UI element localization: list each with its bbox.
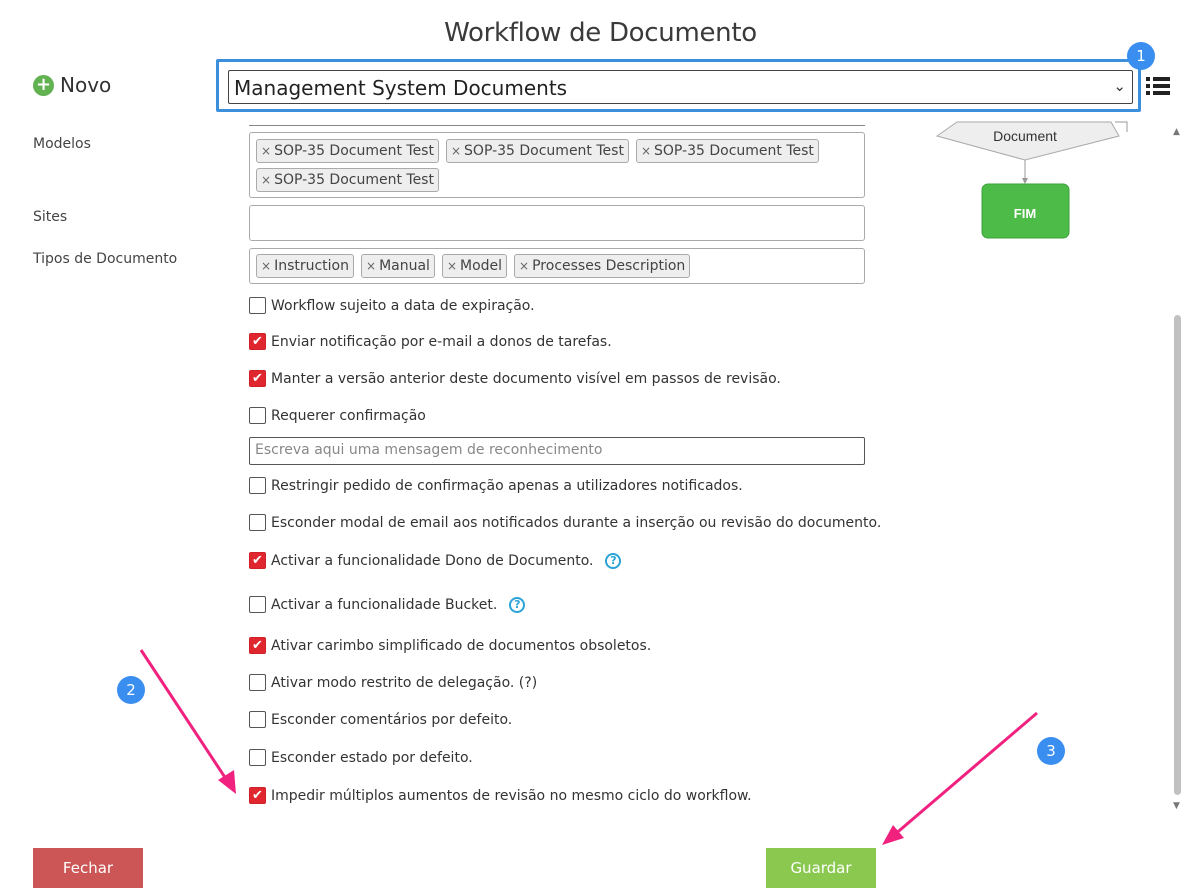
workflow-select-value: Management System Documents (234, 76, 568, 100)
checkbox-row[interactable]: Restringir pedido de confirmação apenas … (249, 477, 743, 494)
step-badge-1: 1 (1127, 42, 1155, 70)
scrollbar-thumb[interactable] (1174, 315, 1181, 795)
checkbox[interactable] (249, 674, 266, 691)
checkbox-row[interactable]: ✔ Activar a funcionalidade Dono de Docum… (249, 552, 622, 569)
checkbox-checked[interactable]: ✔ (249, 787, 266, 804)
remove-tag-icon[interactable]: × (451, 144, 461, 158)
remove-tag-icon[interactable]: × (519, 259, 529, 273)
doc-types-label: Tipos de Documento (33, 251, 178, 267)
page-title: Workflow de Documento (444, 18, 757, 48)
model-tag[interactable]: × SOP-35 Document Test (635, 139, 819, 163)
section-divider (249, 125, 865, 126)
checkbox-label: Impedir múltiplos aumentos de revisão no… (271, 787, 752, 804)
doc-type-tag[interactable]: × Processes Description (514, 254, 691, 278)
checkbox[interactable] (249, 596, 266, 613)
doc-type-tag[interactable]: × Instruction (256, 254, 354, 278)
checkbox-label: Activar a funcionalidade Dono de Documen… (271, 552, 594, 569)
acknowledgement-message-input[interactable]: Escreva aqui uma mensagem de reconhecime… (249, 437, 865, 465)
doc-type-tag[interactable]: × Manual (361, 254, 435, 278)
checkbox-row[interactable]: ✔ Impedir múltiplos aumentos de revisão … (249, 787, 752, 804)
checkbox-row[interactable]: Esconder modal de email aos notificados … (249, 514, 881, 531)
remove-tag-icon[interactable]: × (261, 144, 271, 158)
checkbox-row[interactable]: Ativar modo restrito de delegação. (?) (249, 674, 537, 691)
models-tag-input[interactable]: × SOP-35 Document Test × SOP-35 Document T… (249, 132, 865, 198)
close-button[interactable]: Fechar (33, 848, 143, 888)
diagram-connector (1115, 121, 1128, 132)
checkbox[interactable] (249, 711, 266, 728)
remove-tag-icon[interactable]: × (641, 144, 651, 158)
checkbox-label: Esconder estado por defeito. (271, 749, 473, 766)
save-button[interactable]: Guardar (766, 848, 876, 888)
checkbox-row[interactable]: ✔ Enviar notificação por e-mail a donos … (249, 333, 612, 350)
chevron-down-icon: ⌄ (1113, 77, 1126, 95)
checkbox-label: Esconder comentários por defeito. (271, 711, 513, 728)
model-tag[interactable]: × SOP-35 Document Test (445, 139, 629, 163)
remove-tag-icon[interactable]: × (447, 259, 457, 273)
arrow-2-line (139, 649, 232, 786)
checkbox-label: Requerer confirmação (271, 407, 426, 424)
remove-tag-icon[interactable]: × (366, 259, 376, 273)
checkbox-row[interactable]: Activar a funcionalidade Bucket. ? (249, 596, 526, 613)
scroll-up-arrow-icon[interactable]: ▲ (1173, 127, 1180, 137)
checkbox[interactable] (249, 477, 266, 494)
checkbox-label: Enviar notificação por e-mail a donos de… (271, 333, 612, 350)
model-tag[interactable]: × SOP-35 Document Test (256, 168, 439, 192)
arrow-2-head-icon (218, 770, 236, 794)
checkbox-row[interactable]: ✔ Manter a versão anterior deste documen… (249, 370, 781, 387)
arrow-3-line (892, 711, 1038, 838)
step-badge-2: 2 (117, 676, 145, 704)
checkbox[interactable] (249, 749, 266, 766)
remove-tag-icon[interactable]: × (261, 173, 271, 187)
checkbox-row[interactable]: Workflow sujeito a data de expiração. (249, 297, 535, 314)
step-badge-3: 3 (1037, 737, 1065, 765)
end-node-label: FIM (1014, 206, 1036, 221)
doc-type-tag[interactable]: × Model (441, 254, 508, 278)
help-icon[interactable]: ? (509, 596, 526, 613)
checkbox-row[interactable]: Requerer confirmação (249, 407, 426, 424)
checkbox[interactable] (249, 514, 266, 531)
doc-types-tag-input[interactable]: × Instruction × Manual × Model × Processes D… (249, 248, 865, 284)
checkbox-row[interactable]: Esconder comentários por defeito. (249, 711, 512, 728)
arrowhead-icon (1022, 178, 1028, 184)
checkbox-label: Ativar carimbo simplificado de documento… (271, 637, 652, 654)
checkbox-label: Ativar modo restrito de delegação. (?) (271, 674, 538, 691)
decision-node-label: Document (993, 128, 1057, 144)
checkbox-label: Restringir pedido de confirmação apenas … (271, 477, 743, 494)
checkbox[interactable] (249, 407, 266, 424)
diagram-svg: Document FIM (935, 121, 1128, 239)
checkbox-label: Manter a versão anterior deste documento… (271, 370, 781, 387)
scroll-down-arrow-icon[interactable]: ▼ (1173, 801, 1180, 811)
sites-input[interactable] (249, 205, 865, 241)
checkbox-label: Esconder modal de email aos notificados … (271, 514, 882, 531)
checkbox-label: Activar a funcionalidade Bucket. (271, 596, 498, 613)
workflow-select-highlight: Management System Documents ⌄ (216, 59, 1141, 112)
plus-circle-icon: + (33, 74, 54, 96)
checkbox-checked[interactable]: ✔ (249, 370, 266, 387)
checkbox-label: Workflow sujeito a data de expiração. (271, 297, 535, 314)
checkbox-checked[interactable]: ✔ (249, 333, 266, 350)
arrow-3-head-icon (882, 825, 904, 845)
checkbox[interactable] (249, 297, 266, 314)
remove-tag-icon[interactable]: × (261, 259, 271, 273)
workflow-diagram: Document FIM (935, 118, 1135, 248)
list-icon[interactable] (1146, 75, 1170, 97)
checkbox-row[interactable]: ✔ Ativar carimbo simplificado de documen… (249, 637, 651, 654)
checkbox-checked[interactable]: ✔ (249, 637, 266, 654)
help-icon[interactable]: ? (605, 552, 622, 569)
model-tag[interactable]: × SOP-35 Document Test (256, 139, 439, 163)
scrollbar[interactable]: ▲ ▼ (1170, 127, 1184, 813)
sites-label: Sites (33, 209, 68, 225)
new-workflow-button[interactable]: + Novo (33, 73, 111, 97)
checkbox-checked[interactable]: ✔ (249, 552, 266, 569)
checkbox-row[interactable]: Esconder estado por defeito. (249, 749, 473, 766)
workflow-select[interactable]: Management System Documents ⌄ (228, 70, 1133, 104)
new-label: Novo (60, 73, 112, 97)
models-label: Modelos (33, 136, 91, 152)
